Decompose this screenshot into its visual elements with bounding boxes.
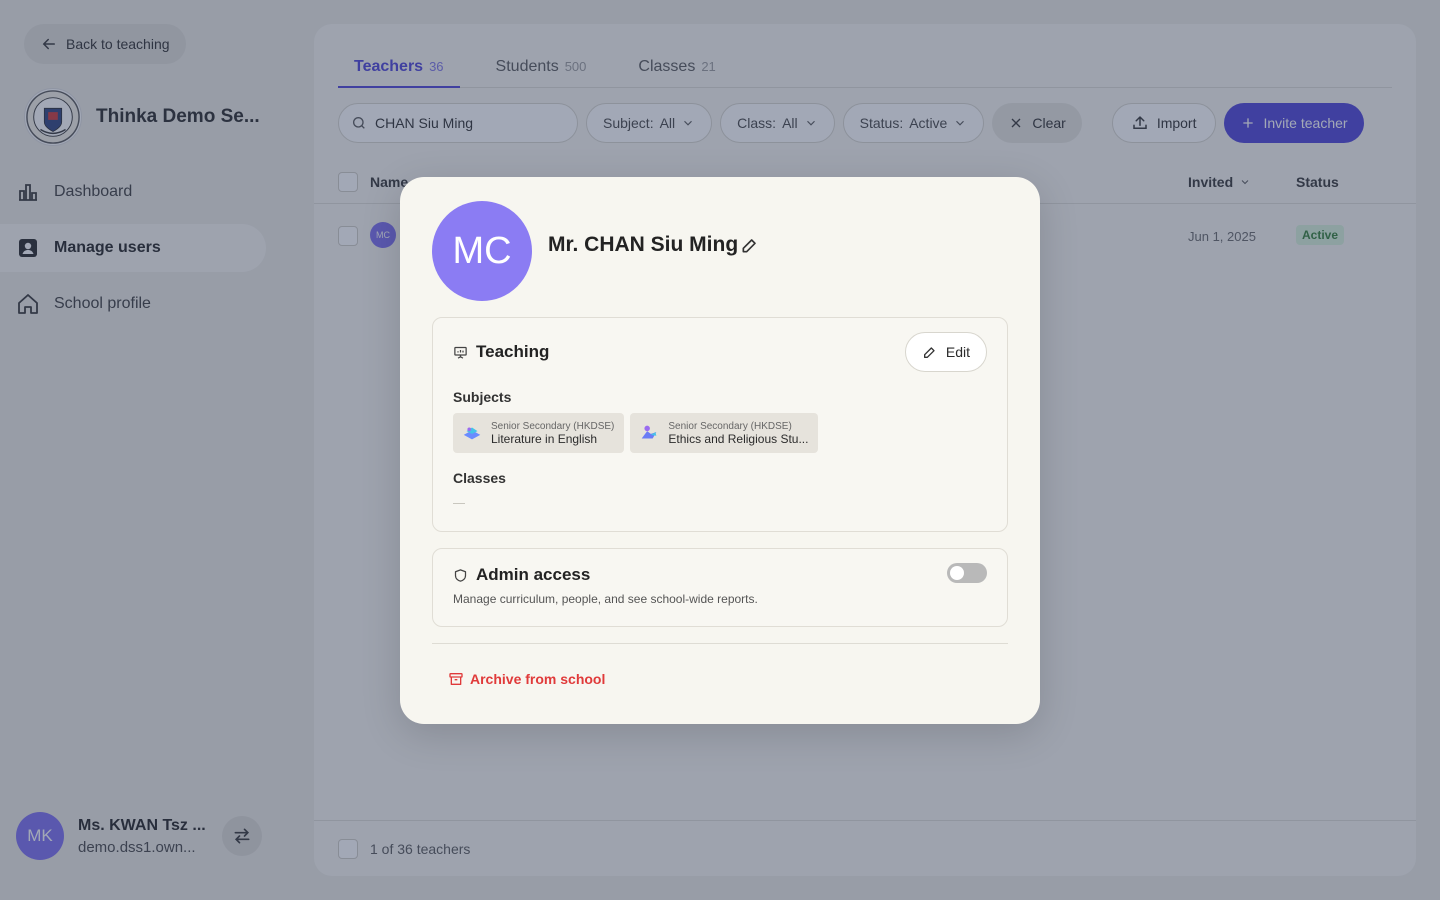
admin-access-toggle[interactable] <box>947 563 987 583</box>
avatar: MC <box>432 201 532 301</box>
chip-level: Senior Secondary (HKDSE) <box>668 420 792 432</box>
edit-name-icon[interactable] <box>740 235 760 255</box>
subject-chip: Senior Secondary (HKDSE) Literature in E… <box>453 413 625 453</box>
empty-classes-placeholder <box>453 503 465 504</box>
shield-icon <box>454 568 467 582</box>
card-title-label: Admin access <box>476 565 591 584</box>
presentation-board-icon <box>454 346 467 359</box>
ethics-hands-icon <box>642 425 657 439</box>
chip-level: Senior Secondary (HKDSE) <box>491 420 615 432</box>
pencil-icon <box>923 347 935 358</box>
archive-box-icon <box>449 673 463 685</box>
subject-chips: Senior Secondary (HKDSE) Literature in E… <box>453 413 819 453</box>
chip-subject: Ethics and Religious Stu... <box>668 431 809 446</box>
subjects-label: Subjects <box>453 389 512 405</box>
teaching-title: Teaching <box>453 342 549 362</box>
card-title-label: Teaching <box>476 342 550 361</box>
teacher-detail-modal: MC Mr. CHAN Siu Ming Teaching Edit Subje… <box>400 177 1040 724</box>
classes-label: Classes <box>453 470 506 486</box>
toggle-knob <box>950 566 964 580</box>
teacher-name: Mr. CHAN Siu Ming <box>548 233 739 256</box>
admin-description: Manage curriculum, people, and see schoo… <box>453 592 758 606</box>
admin-title: Admin access <box>453 565 590 585</box>
subject-chip: Senior Secondary (HKDSE) Ethics and Reli… <box>630 413 819 453</box>
chip-subject: Literature in English <box>491 431 598 446</box>
chip-text: Senior Secondary (HKDSE) Ethics and Reli… <box>668 421 808 446</box>
archive-from-school-button[interactable]: Archive from school <box>448 671 605 687</box>
archive-label: Archive from school <box>470 671 606 687</box>
divider <box>432 643 1008 644</box>
admin-access-card: Admin access Manage curriculum, people, … <box>432 548 1008 627</box>
literature-book-icon <box>463 427 481 440</box>
teaching-card: Teaching Edit Subjects Senior Secondary … <box>432 317 1008 532</box>
edit-teaching-button[interactable]: Edit <box>904 332 987 372</box>
chip-text: Senior Secondary (HKDSE) Literature in E… <box>491 421 614 446</box>
edit-label: Edit <box>945 344 970 360</box>
